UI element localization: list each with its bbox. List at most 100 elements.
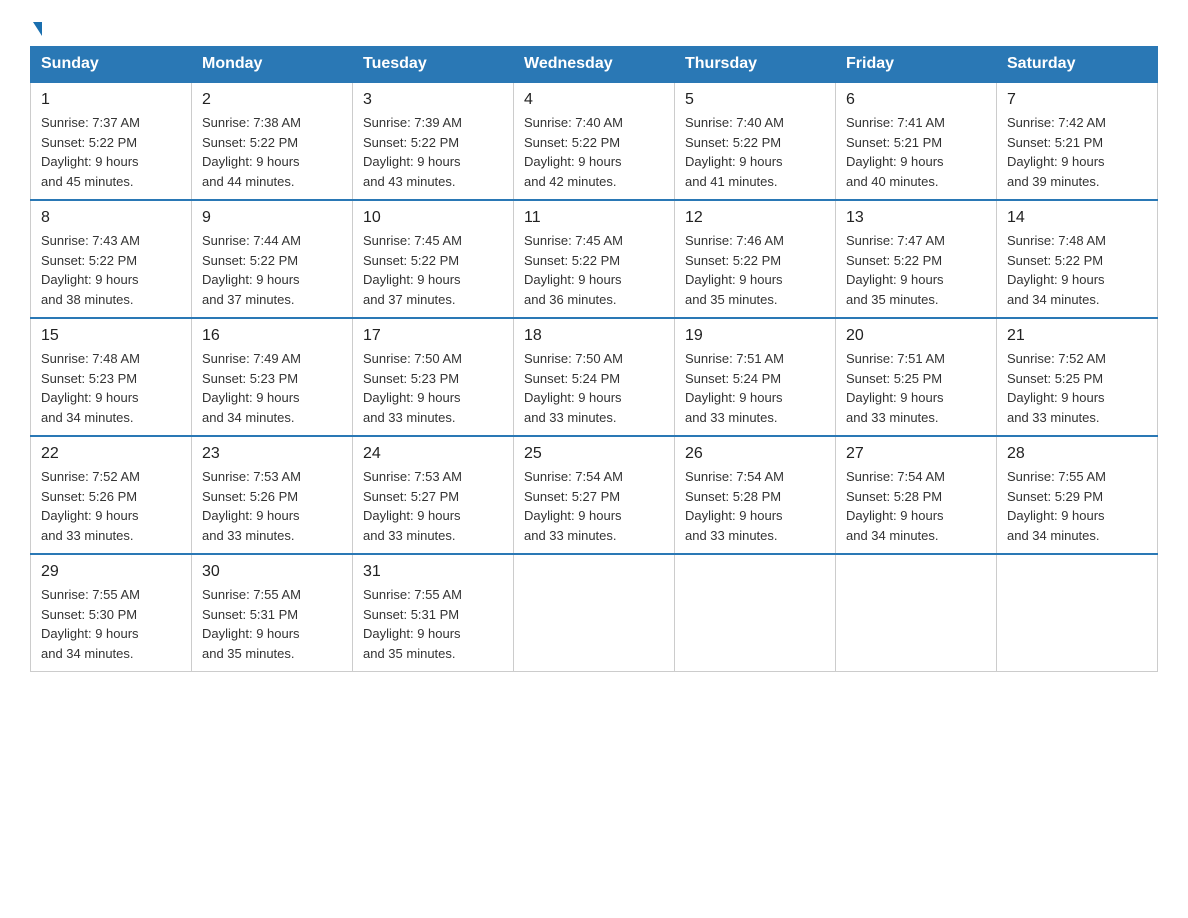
- day-info: Sunrise: 7:49 AM Sunset: 5:23 PM Dayligh…: [202, 349, 342, 427]
- day-number: 29: [41, 563, 181, 581]
- calendar-cell: 25 Sunrise: 7:54 AM Sunset: 5:27 PM Dayl…: [514, 436, 675, 554]
- day-info: Sunrise: 7:41 AM Sunset: 5:21 PM Dayligh…: [846, 113, 986, 191]
- calendar-cell: [997, 554, 1158, 672]
- calendar-week-row: 15 Sunrise: 7:48 AM Sunset: 5:23 PM Dayl…: [31, 318, 1158, 436]
- day-header-friday: Friday: [836, 47, 997, 83]
- day-number: 21: [1007, 327, 1147, 345]
- day-info: Sunrise: 7:54 AM Sunset: 5:28 PM Dayligh…: [685, 467, 825, 545]
- calendar-cell: 18 Sunrise: 7:50 AM Sunset: 5:24 PM Dayl…: [514, 318, 675, 436]
- day-number: 5: [685, 91, 825, 109]
- logo-arrow-icon: [33, 22, 42, 36]
- day-number: 28: [1007, 445, 1147, 463]
- calendar-cell: 19 Sunrise: 7:51 AM Sunset: 5:24 PM Dayl…: [675, 318, 836, 436]
- calendar-header-row: SundayMondayTuesdayWednesdayThursdayFrid…: [31, 47, 1158, 83]
- day-number: 24: [363, 445, 503, 463]
- calendar-cell: 11 Sunrise: 7:45 AM Sunset: 5:22 PM Dayl…: [514, 200, 675, 318]
- day-info: Sunrise: 7:45 AM Sunset: 5:22 PM Dayligh…: [363, 231, 503, 309]
- day-info: Sunrise: 7:37 AM Sunset: 5:22 PM Dayligh…: [41, 113, 181, 191]
- day-header-saturday: Saturday: [997, 47, 1158, 83]
- calendar-week-row: 1 Sunrise: 7:37 AM Sunset: 5:22 PM Dayli…: [31, 82, 1158, 200]
- page-header: [30, 20, 1158, 36]
- calendar-cell: 21 Sunrise: 7:52 AM Sunset: 5:25 PM Dayl…: [997, 318, 1158, 436]
- day-info: Sunrise: 7:55 AM Sunset: 5:30 PM Dayligh…: [41, 585, 181, 663]
- day-number: 10: [363, 209, 503, 227]
- day-number: 16: [202, 327, 342, 345]
- day-number: 14: [1007, 209, 1147, 227]
- day-info: Sunrise: 7:40 AM Sunset: 5:22 PM Dayligh…: [685, 113, 825, 191]
- calendar-cell: 16 Sunrise: 7:49 AM Sunset: 5:23 PM Dayl…: [192, 318, 353, 436]
- calendar-cell: 15 Sunrise: 7:48 AM Sunset: 5:23 PM Dayl…: [31, 318, 192, 436]
- day-number: 27: [846, 445, 986, 463]
- calendar-cell: 14 Sunrise: 7:48 AM Sunset: 5:22 PM Dayl…: [997, 200, 1158, 318]
- calendar-cell: 13 Sunrise: 7:47 AM Sunset: 5:22 PM Dayl…: [836, 200, 997, 318]
- day-info: Sunrise: 7:40 AM Sunset: 5:22 PM Dayligh…: [524, 113, 664, 191]
- day-header-wednesday: Wednesday: [514, 47, 675, 83]
- day-info: Sunrise: 7:43 AM Sunset: 5:22 PM Dayligh…: [41, 231, 181, 309]
- calendar-cell: 29 Sunrise: 7:55 AM Sunset: 5:30 PM Dayl…: [31, 554, 192, 672]
- calendar-cell: 23 Sunrise: 7:53 AM Sunset: 5:26 PM Dayl…: [192, 436, 353, 554]
- calendar-cell: [836, 554, 997, 672]
- day-info: Sunrise: 7:53 AM Sunset: 5:26 PM Dayligh…: [202, 467, 342, 545]
- day-number: 26: [685, 445, 825, 463]
- day-number: 15: [41, 327, 181, 345]
- calendar-cell: 8 Sunrise: 7:43 AM Sunset: 5:22 PM Dayli…: [31, 200, 192, 318]
- day-number: 11: [524, 209, 664, 227]
- calendar-cell: [514, 554, 675, 672]
- calendar-table: SundayMondayTuesdayWednesdayThursdayFrid…: [30, 46, 1158, 672]
- day-number: 7: [1007, 91, 1147, 109]
- day-number: 31: [363, 563, 503, 581]
- calendar-cell: 12 Sunrise: 7:46 AM Sunset: 5:22 PM Dayl…: [675, 200, 836, 318]
- calendar-cell: 2 Sunrise: 7:38 AM Sunset: 5:22 PM Dayli…: [192, 82, 353, 200]
- calendar-cell: 30 Sunrise: 7:55 AM Sunset: 5:31 PM Dayl…: [192, 554, 353, 672]
- calendar-cell: 9 Sunrise: 7:44 AM Sunset: 5:22 PM Dayli…: [192, 200, 353, 318]
- calendar-cell: 26 Sunrise: 7:54 AM Sunset: 5:28 PM Dayl…: [675, 436, 836, 554]
- day-info: Sunrise: 7:39 AM Sunset: 5:22 PM Dayligh…: [363, 113, 503, 191]
- day-number: 30: [202, 563, 342, 581]
- day-info: Sunrise: 7:38 AM Sunset: 5:22 PM Dayligh…: [202, 113, 342, 191]
- calendar-cell: 27 Sunrise: 7:54 AM Sunset: 5:28 PM Dayl…: [836, 436, 997, 554]
- day-header-monday: Monday: [192, 47, 353, 83]
- calendar-cell: 24 Sunrise: 7:53 AM Sunset: 5:27 PM Dayl…: [353, 436, 514, 554]
- day-info: Sunrise: 7:46 AM Sunset: 5:22 PM Dayligh…: [685, 231, 825, 309]
- day-info: Sunrise: 7:52 AM Sunset: 5:25 PM Dayligh…: [1007, 349, 1147, 427]
- day-number: 3: [363, 91, 503, 109]
- day-number: 20: [846, 327, 986, 345]
- day-info: Sunrise: 7:42 AM Sunset: 5:21 PM Dayligh…: [1007, 113, 1147, 191]
- day-header-thursday: Thursday: [675, 47, 836, 83]
- day-info: Sunrise: 7:50 AM Sunset: 5:24 PM Dayligh…: [524, 349, 664, 427]
- day-info: Sunrise: 7:55 AM Sunset: 5:29 PM Dayligh…: [1007, 467, 1147, 545]
- day-number: 6: [846, 91, 986, 109]
- day-info: Sunrise: 7:55 AM Sunset: 5:31 PM Dayligh…: [202, 585, 342, 663]
- calendar-cell: 31 Sunrise: 7:55 AM Sunset: 5:31 PM Dayl…: [353, 554, 514, 672]
- day-number: 22: [41, 445, 181, 463]
- calendar-cell: 22 Sunrise: 7:52 AM Sunset: 5:26 PM Dayl…: [31, 436, 192, 554]
- day-number: 18: [524, 327, 664, 345]
- day-info: Sunrise: 7:47 AM Sunset: 5:22 PM Dayligh…: [846, 231, 986, 309]
- calendar-cell: 1 Sunrise: 7:37 AM Sunset: 5:22 PM Dayli…: [31, 82, 192, 200]
- day-info: Sunrise: 7:53 AM Sunset: 5:27 PM Dayligh…: [363, 467, 503, 545]
- day-info: Sunrise: 7:55 AM Sunset: 5:31 PM Dayligh…: [363, 585, 503, 663]
- day-info: Sunrise: 7:52 AM Sunset: 5:26 PM Dayligh…: [41, 467, 181, 545]
- day-header-tuesday: Tuesday: [353, 47, 514, 83]
- calendar-week-row: 8 Sunrise: 7:43 AM Sunset: 5:22 PM Dayli…: [31, 200, 1158, 318]
- day-number: 1: [41, 91, 181, 109]
- calendar-cell: 5 Sunrise: 7:40 AM Sunset: 5:22 PM Dayli…: [675, 82, 836, 200]
- day-number: 23: [202, 445, 342, 463]
- day-info: Sunrise: 7:54 AM Sunset: 5:27 PM Dayligh…: [524, 467, 664, 545]
- calendar-cell: 17 Sunrise: 7:50 AM Sunset: 5:23 PM Dayl…: [353, 318, 514, 436]
- day-header-sunday: Sunday: [31, 47, 192, 83]
- calendar-week-row: 29 Sunrise: 7:55 AM Sunset: 5:30 PM Dayl…: [31, 554, 1158, 672]
- day-number: 17: [363, 327, 503, 345]
- calendar-cell: 28 Sunrise: 7:55 AM Sunset: 5:29 PM Dayl…: [997, 436, 1158, 554]
- day-number: 8: [41, 209, 181, 227]
- day-info: Sunrise: 7:50 AM Sunset: 5:23 PM Dayligh…: [363, 349, 503, 427]
- day-number: 19: [685, 327, 825, 345]
- day-info: Sunrise: 7:51 AM Sunset: 5:25 PM Dayligh…: [846, 349, 986, 427]
- calendar-cell: 10 Sunrise: 7:45 AM Sunset: 5:22 PM Dayl…: [353, 200, 514, 318]
- day-number: 9: [202, 209, 342, 227]
- calendar-cell: 6 Sunrise: 7:41 AM Sunset: 5:21 PM Dayli…: [836, 82, 997, 200]
- day-number: 25: [524, 445, 664, 463]
- day-number: 4: [524, 91, 664, 109]
- day-info: Sunrise: 7:51 AM Sunset: 5:24 PM Dayligh…: [685, 349, 825, 427]
- day-info: Sunrise: 7:54 AM Sunset: 5:28 PM Dayligh…: [846, 467, 986, 545]
